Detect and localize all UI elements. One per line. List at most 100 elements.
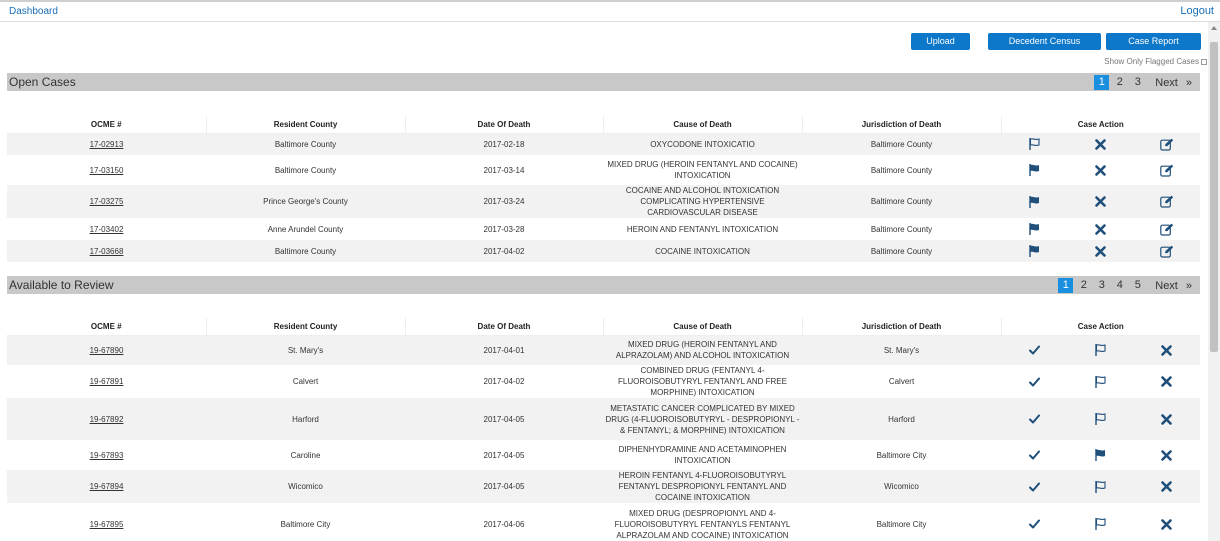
ocme-link[interactable]: 17-03668 [90,247,124,256]
case-action-cell [1001,398,1200,440]
flagged-filter-checkbox[interactable] [1201,58,1207,65]
close-icon[interactable] [1093,222,1107,236]
case-action-cell [1001,218,1200,240]
review-cases-header: Available to Review 1 2 3 4 5 Next » [7,276,1200,294]
decedent-census-download-button[interactable]: Decedent Census Download [988,33,1101,63]
ocme-link[interactable]: 19-67893 [90,451,124,460]
jurisdiction-cell: Baltimore City [876,450,927,460]
vertical-scrollbar[interactable] [1208,22,1220,541]
close-icon[interactable] [1160,375,1174,389]
close-icon[interactable] [1093,163,1107,177]
resident-county-cell: Prince George's County [206,185,405,218]
ocme-link[interactable]: 17-03150 [90,166,124,175]
flagged-filter: Show Only Flagged Cases [1104,57,1207,66]
next-page-link[interactable]: Next [1155,77,1178,89]
jurisdiction-cell: Baltimore County [802,133,1001,155]
case-action-cell [1001,335,1200,365]
ocme-link[interactable]: 17-02913 [90,140,124,149]
ocme-link[interactable]: 19-67894 [90,482,124,491]
edit-icon[interactable] [1160,244,1174,258]
resident-county-cell: Caroline [290,450,321,460]
flag-icon[interactable] [1027,244,1041,258]
last-page-icon[interactable]: » [1186,280,1192,292]
close-icon[interactable] [1160,480,1174,494]
table-row: 17-03668 Baltimore County 2017-04-02 COCAIN… [7,240,1200,262]
check-icon[interactable] [1027,448,1041,462]
flag-icon[interactable] [1093,448,1107,462]
page-5-link[interactable]: 5 [1130,278,1145,293]
case-action-cell [1001,503,1200,541]
ocme-link[interactable]: 19-67895 [90,520,124,529]
flag-icon[interactable] [1093,412,1107,426]
table-row: 17-02913 Baltimore County 2017-02-18 OXYCOD… [7,133,1200,155]
ocme-link[interactable]: 19-67891 [90,377,124,386]
next-page-link[interactable]: Next [1155,280,1178,292]
ocme-link[interactable]: 17-03402 [90,225,124,234]
table-row: 19-67893 Caroline 2017-04-05 DIPHENHYDRAMIN… [7,440,1200,470]
page-2-link[interactable]: 2 [1112,75,1127,90]
page-3-link[interactable]: 3 [1130,75,1145,90]
case-action-cell [1001,240,1200,262]
close-icon[interactable] [1093,137,1107,151]
ocme-link[interactable]: 19-67890 [90,346,124,355]
close-icon[interactable] [1093,244,1107,258]
case-action-cell [1001,440,1200,470]
dashboard-link[interactable]: Dashboard [9,6,58,17]
check-icon[interactable] [1027,343,1041,357]
flag-icon[interactable] [1093,343,1107,357]
page-1-link[interactable]: 1 [1058,278,1074,293]
ocme-link[interactable]: 17-03275 [90,197,124,206]
edit-icon[interactable] [1160,163,1174,177]
flag-icon[interactable] [1093,517,1107,531]
edit-icon[interactable] [1160,137,1174,151]
resident-county-cell: Anne Arundel County [267,224,344,234]
flag-icon[interactable] [1093,480,1107,494]
last-page-icon[interactable]: » [1186,77,1192,89]
scroll-up-icon[interactable] [1211,26,1217,30]
flag-icon[interactable] [1027,222,1041,236]
date-of-death-cell: 2017-04-02 [483,377,525,386]
flag-icon[interactable] [1027,137,1041,151]
check-icon[interactable] [1027,412,1041,426]
cause-of-death-cell: HEROIN AND FENTANYL INTOXICATION [626,224,779,234]
case-action-cell [1001,155,1200,185]
logout-link[interactable]: Logout [1180,5,1214,17]
column-header-case-action: Case Action [1000,318,1200,336]
flag-icon[interactable] [1027,163,1041,177]
review-cases-pager: 1 2 3 4 5 Next » [1055,278,1192,293]
check-icon[interactable] [1027,480,1041,494]
resident-county-cell: Baltimore City [280,519,331,529]
date-of-death-cell: 2017-03-14 [483,165,525,175]
upload-ocme-button[interactable]: Upload Ocme [911,33,970,63]
table-header-row: OCME # Resident County Date Of Death Cause … [7,318,1200,336]
close-icon[interactable] [1160,448,1174,462]
check-icon[interactable] [1027,375,1041,389]
resident-county-cell: Baltimore County [206,240,405,262]
edit-icon[interactable] [1160,222,1174,236]
cause-of-death-cell: DIPHENHYDRAMINE AND ACETAMINOPHEN INTOXI… [618,445,787,465]
cause-of-death-cell: MIXED DRUG (HEROIN FENTANYL AND ALPRAZOL… [603,335,802,365]
scrollbar-thumb[interactable] [1210,42,1218,352]
resident-county-cell: St. Mary's [206,335,405,365]
date-of-death-cell: 2017-03-28 [483,224,525,234]
page-2-link[interactable]: 2 [1076,278,1091,293]
close-icon[interactable] [1160,412,1174,426]
ocme-link[interactable]: 19-67892 [90,415,124,424]
case-action-cell [1001,185,1200,218]
close-icon[interactable] [1160,343,1174,357]
column-header-cause-of-death: Cause of Death [602,318,802,336]
page-1-link[interactable]: 1 [1094,75,1110,90]
flag-icon[interactable] [1027,195,1041,209]
ocme-cell: 17-03668 [7,240,206,262]
flagged-filter-label: Show Only Flagged Cases [1104,57,1199,66]
flag-icon[interactable] [1093,375,1107,389]
resident-county-cell: Wicomico [206,470,405,503]
page-3-link[interactable]: 3 [1094,278,1109,293]
edit-icon[interactable] [1160,195,1174,209]
check-icon[interactable] [1027,517,1041,531]
case-report-download-button[interactable]: Case Report Download [1106,33,1201,63]
ocme-cell: 17-02913 [7,133,206,155]
page-4-link[interactable]: 4 [1112,278,1127,293]
close-icon[interactable] [1160,517,1174,531]
close-icon[interactable] [1093,195,1107,209]
